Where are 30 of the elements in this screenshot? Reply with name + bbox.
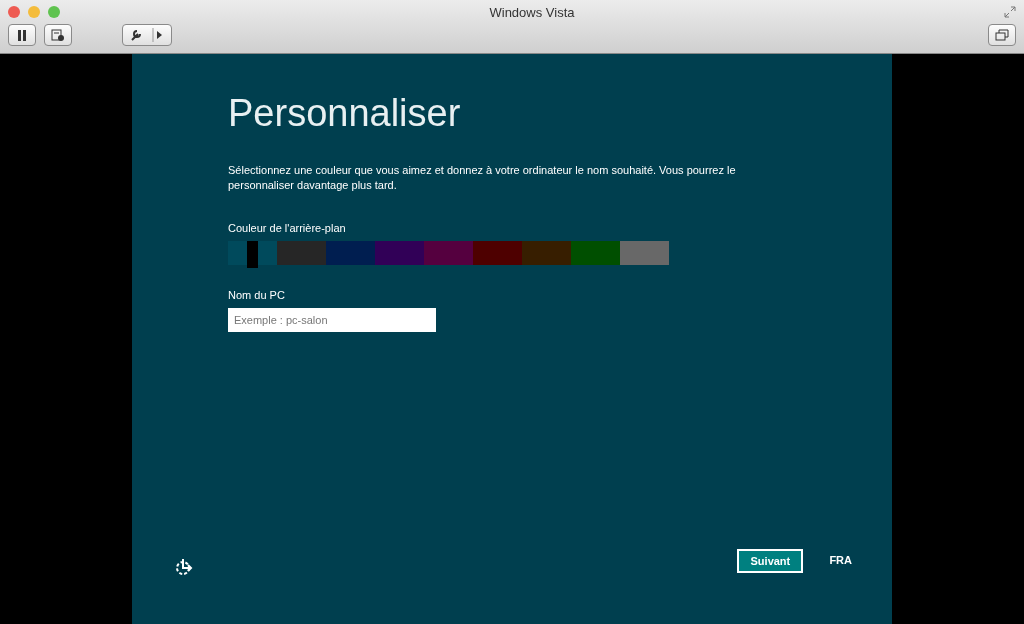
page-title: Personnaliser	[228, 92, 461, 135]
pause-icon	[17, 29, 27, 41]
color-label: Couleur de l'arrière-plan	[228, 222, 346, 234]
color-swatch[interactable]	[424, 241, 473, 265]
color-swatch[interactable]	[326, 241, 375, 265]
pc-name-label: Nom du PC	[228, 289, 285, 301]
pc-name-field[interactable]: Exemple : pc-salon	[228, 308, 436, 332]
zoom-button[interactable]	[48, 6, 60, 18]
color-swatch[interactable]	[375, 241, 424, 265]
snapshot-button[interactable]	[44, 24, 72, 46]
window-mode-button[interactable]	[988, 24, 1016, 46]
close-button[interactable]	[8, 6, 20, 18]
accessibility-icon[interactable]	[174, 557, 194, 577]
minimize-button[interactable]	[28, 6, 40, 18]
fullscreen-icon[interactable]	[1004, 6, 1016, 18]
color-swatch[interactable]	[277, 241, 326, 265]
color-swatch[interactable]	[228, 241, 277, 265]
description-text: Sélectionnez une couleur que vous aimez et donnez à votre ordinateur le nom souhaité. Vous pourrez le personnaliser davantage plus tard.	[228, 163, 737, 193]
clock-window-icon	[51, 28, 65, 42]
windows-icon	[995, 29, 1009, 41]
language-indicator[interactable]: FRA	[829, 554, 852, 566]
pause-button[interactable]	[8, 24, 36, 46]
slider-thumb[interactable]	[247, 241, 258, 268]
settings-button[interactable]	[122, 24, 172, 46]
window-title: Windows Vista	[489, 4, 575, 20]
color-swatch[interactable]	[522, 241, 571, 265]
color-swatch[interactable]	[620, 241, 669, 265]
color-swatch[interactable]	[473, 241, 522, 265]
next-button[interactable]: Suivant	[737, 549, 804, 573]
color-swatch[interactable]	[571, 241, 620, 265]
